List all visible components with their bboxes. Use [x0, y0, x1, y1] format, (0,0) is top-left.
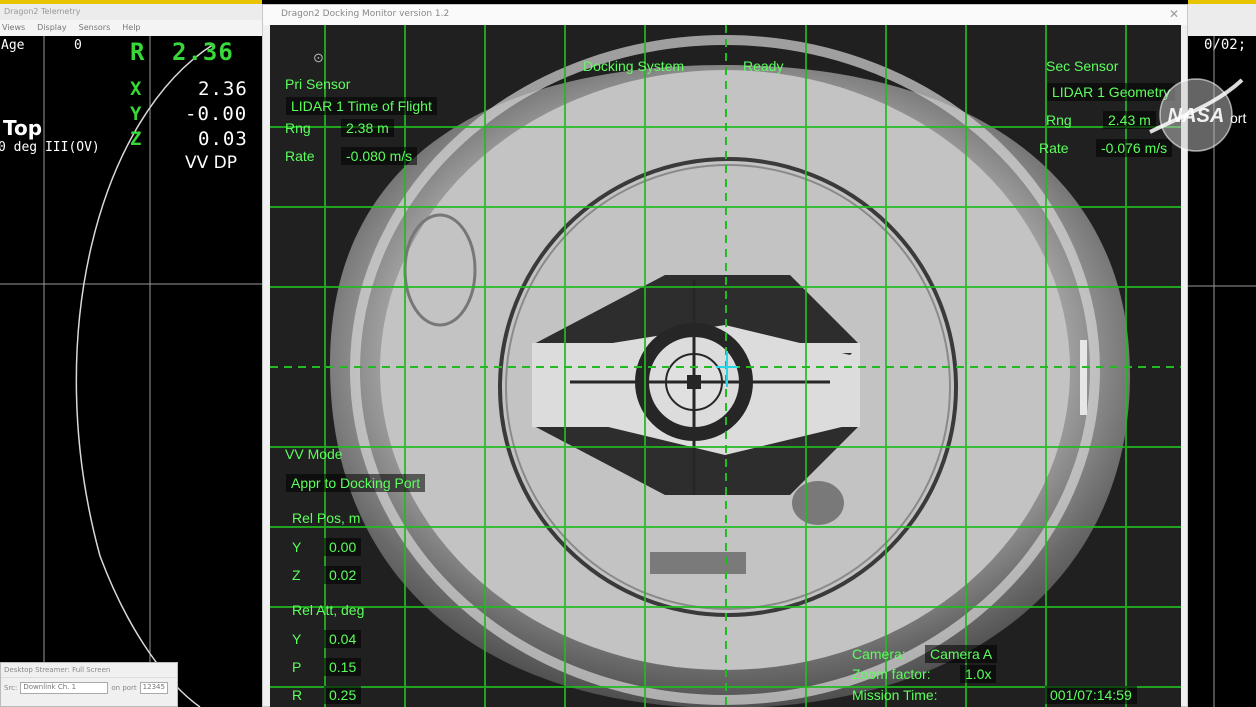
- camera-label: Camera:: [852, 646, 906, 662]
- menu-help[interactable]: Help: [122, 23, 140, 33]
- streamer-dialog-title: Desktop Streamer: Full Screen: [1, 663, 177, 678]
- vv-mode-label: VV Mode: [285, 446, 343, 462]
- view-sublabel: 0 deg III(OV): [0, 140, 100, 155]
- hatch-side-light: [1080, 340, 1087, 415]
- zoom-factor-value: 1.0x: [960, 665, 997, 683]
- streamer-port-input[interactable]: 12345: [139, 682, 168, 694]
- view-label: Top: [3, 116, 43, 140]
- rel-att-p-value: 0.15: [324, 658, 362, 676]
- streamer-port-label: on port: [111, 684, 137, 692]
- sec-rate-label: Rate: [1039, 140, 1069, 156]
- range-label: R: [130, 38, 146, 66]
- z-label: Z: [130, 128, 143, 150]
- telemetry-window: Dragon2 Telemetry Views Display Sensors …: [0, 0, 262, 707]
- docking-target-band-upper: [532, 343, 860, 353]
- secondary-window-titlebar[interactable]: [1188, 0, 1256, 36]
- rel-pos-z-label: Z: [292, 567, 301, 583]
- telemetry-window-titlebar[interactable]: Dragon2 Telemetry: [0, 0, 262, 20]
- docking-target-center-block: [687, 375, 701, 389]
- hatch-lower-latch: [650, 552, 746, 574]
- y-label: Y: [130, 103, 143, 125]
- streamer-source-select[interactable]: Downlink Ch. 1: [20, 682, 109, 694]
- pri-range-value: 2.38 m: [341, 119, 394, 137]
- y-value: -0.00: [185, 103, 248, 125]
- rel-att-p-label: P: [292, 659, 302, 675]
- close-icon[interactable]: ✕: [1169, 7, 1179, 21]
- frame-label: VV DP: [185, 153, 238, 173]
- desktop-streamer-dialog: Desktop Streamer: Full Screen Src: Downl…: [0, 662, 178, 707]
- age-label: Age: [1, 38, 25, 53]
- docking-system-label: Docking System: [583, 58, 685, 74]
- docking-monitor-window: Dragon2 Docking Monitor version 1.2 ✕ ⊙ …: [262, 4, 1188, 707]
- mission-time-label: Mission Time:: [852, 687, 938, 703]
- sec-range-label: Rng: [1046, 112, 1072, 128]
- x-value: 2.36: [198, 78, 248, 100]
- age-value: 0: [74, 38, 82, 53]
- docking-monitor-title: Dragon2 Docking Monitor version 1.2: [281, 9, 450, 19]
- pri-sensor-name: LIDAR 1 Time of Flight: [286, 97, 437, 115]
- sec-sensor-label: Sec Sensor: [1046, 58, 1119, 74]
- pri-range-label: Rng: [285, 120, 311, 136]
- hatch-surface-mark: [792, 481, 844, 525]
- docking-target-band-lower: [532, 417, 860, 427]
- rel-att-y-label: Y: [292, 631, 302, 647]
- reticle-marker-icon: ⊙: [313, 50, 324, 65]
- x-label: X: [130, 78, 143, 100]
- pri-rate-value: -0.080 m/s: [341, 147, 418, 165]
- zoom-factor-label: Zoom factor:: [852, 666, 931, 682]
- z-value: 0.03: [198, 128, 248, 150]
- telemetry-window-title: Dragon2 Telemetry: [4, 7, 81, 16]
- rel-att-r-label: R: [292, 687, 303, 703]
- nasa-logo: NASA: [1149, 78, 1244, 152]
- rel-pos-y-label: Y: [292, 539, 302, 555]
- telemetry-panel: Age 0 R 2.36 X 2.36 Y -0.00 Z 0.03 Top 0…: [0, 36, 262, 707]
- telemetry-menu-bar: Views Display Sensors Help: [0, 20, 262, 36]
- docking-monitor-titlebar[interactable]: Dragon2 Docking Monitor version 1.2 ✕: [263, 5, 1187, 25]
- rel-pos-z-value: 0.02: [324, 566, 362, 584]
- camera-value: Camera A: [925, 645, 998, 663]
- range-value: 2.36: [172, 38, 234, 66]
- rel-pos-y-value: 0.00: [324, 538, 362, 556]
- rel-pos-label: Rel Pos, m: [292, 510, 361, 526]
- mission-time-value: 001/07:14:59: [1045, 686, 1137, 704]
- menu-views[interactable]: Views: [2, 23, 25, 33]
- menu-display[interactable]: Display: [37, 23, 67, 33]
- streamer-source-label: Src:: [4, 684, 18, 692]
- docking-system-status: Ready: [743, 58, 784, 74]
- rel-att-label: Rel Att, deg: [292, 602, 365, 618]
- pri-rate-label: Rate: [285, 148, 315, 164]
- nasa-logo-text: NASA: [1168, 105, 1225, 127]
- rel-att-r-value: 0.25: [324, 686, 362, 704]
- menu-sensors[interactable]: Sensors: [79, 23, 111, 33]
- camera-view: ⊙ Pri Sensor LIDAR 1 Time of Flight Rng …: [270, 25, 1181, 707]
- rel-att-y-value: 0.04: [324, 630, 362, 648]
- camera-feed: [270, 25, 1181, 707]
- vv-mode-value: Appr to Docking Port: [286, 474, 426, 492]
- pri-sensor-label: Pri Sensor: [285, 76, 351, 92]
